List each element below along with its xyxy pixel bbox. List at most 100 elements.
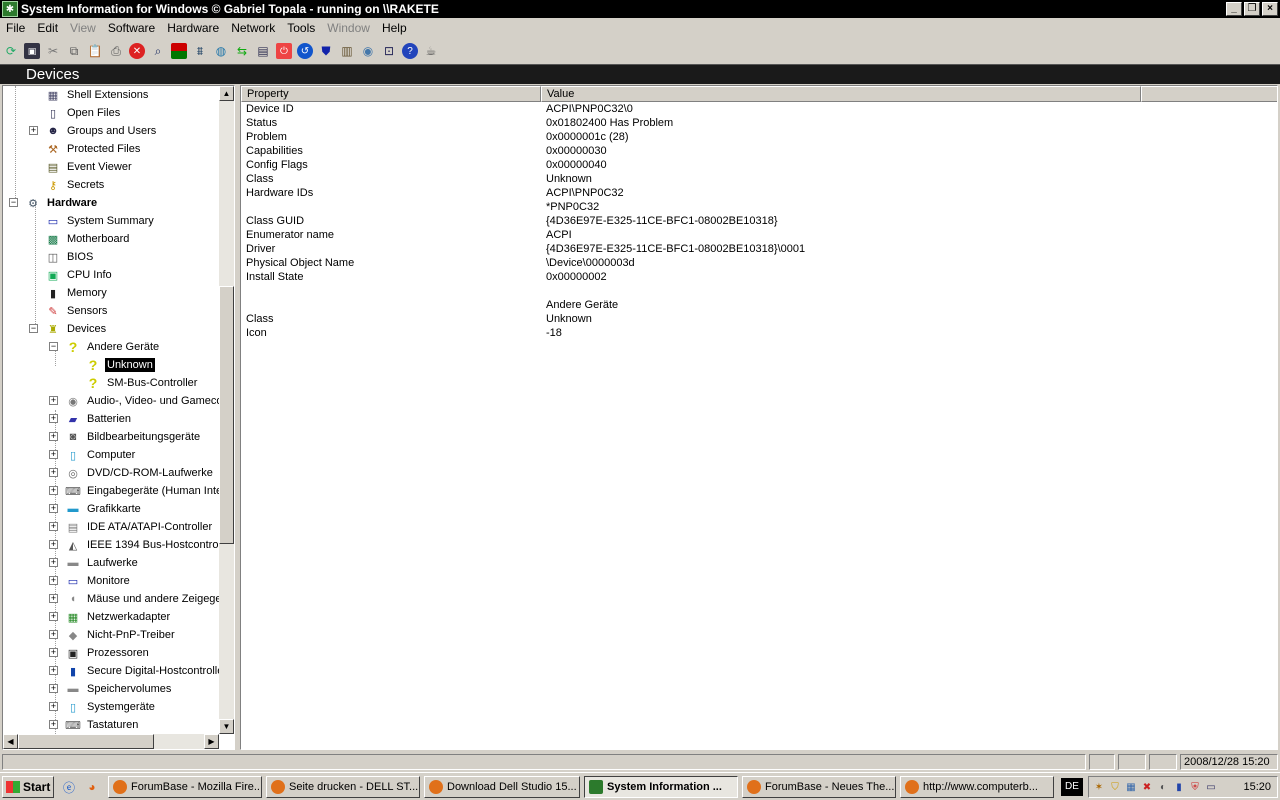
- tree-item[interactable]: ▦ Netzwerkadapter: [65, 608, 172, 626]
- expand-button[interactable]: +: [49, 540, 58, 549]
- property-row[interactable]: Problem 0x0000001c (28): [241, 131, 1241, 145]
- stop-icon[interactable]: ✕: [129, 43, 145, 59]
- tree-item[interactable]: ✎ Sensors: [45, 302, 109, 320]
- property-row[interactable]: Class GUID {4D36E97E-E325-11CE-BFC1-08002…: [241, 215, 1241, 229]
- tree-item[interactable]: ◭ IEEE 1394 Bus-Hostcontroll: [65, 536, 219, 554]
- tools-icon[interactable]: ✶: [1093, 781, 1105, 793]
- network-icon[interactable]: ◍: [213, 43, 229, 59]
- scroll-left-button[interactable]: ◀: [3, 734, 18, 749]
- tree-item[interactable]: ▤ IDE ATA/ATAPI-Controller: [65, 518, 214, 536]
- tree-item[interactable]: ▬ Speichervolumes: [65, 680, 173, 698]
- tree-item[interactable]: ▭ System Summary: [45, 212, 156, 230]
- report-icon[interactable]: ▤: [255, 43, 271, 59]
- database-icon[interactable]: ◉: [360, 43, 376, 59]
- column-header-value[interactable]: Value: [541, 86, 1141, 102]
- property-row[interactable]: Enumerator name ACPI: [241, 229, 1241, 243]
- task-button-active[interactable]: System Information ...: [584, 776, 738, 798]
- property-row[interactable]: Icon -18: [241, 327, 1241, 341]
- scroll-thumb[interactable]: [219, 286, 234, 544]
- property-row[interactable]: Status 0x01802400 Has Problem: [241, 117, 1241, 131]
- tree-item[interactable]: ▯ Systemgeräte: [65, 698, 157, 716]
- expand-button[interactable]: +: [49, 504, 58, 513]
- menu-software[interactable]: Software: [102, 21, 161, 35]
- security-icon[interactable]: ⛊: [318, 43, 334, 59]
- tree-item[interactable]: ⚒ Protected Files: [45, 140, 142, 158]
- tree-item[interactable]: ⚙ Hardware: [25, 194, 99, 212]
- property-row[interactable]: Hardware IDs ACPI\PNP0C32: [241, 187, 1241, 201]
- tree-item[interactable]: ▩ Motherboard: [45, 230, 131, 248]
- scroll-right-button[interactable]: ▶: [204, 734, 219, 749]
- property-row[interactable]: Andere Geräte: [241, 299, 1241, 313]
- task-button[interactable]: http://www.computerb...: [900, 776, 1054, 798]
- tree-item[interactable]: ☻ Groups and Users: [45, 122, 158, 140]
- tree-item[interactable]: ? Andere Geräte: [65, 338, 161, 356]
- tree-item[interactable]: ? SM-Bus-Controller: [85, 374, 199, 392]
- speaker-icon[interactable]: ◐: [1157, 781, 1169, 793]
- title-bar[interactable]: ✱ System Information for Windows © Gabri…: [0, 0, 1280, 18]
- property-row[interactable]: Config Flags 0x00000040: [241, 159, 1241, 173]
- power-icon[interactable]: ⏻: [276, 43, 292, 59]
- expand-button[interactable]: +: [49, 414, 58, 423]
- tree-view[interactable]: ▦ Shell Extensions ▯ Open Files + ☻ Groups and…: [3, 86, 219, 734]
- tree-item[interactable]: ▦ Shell Extensions: [45, 86, 150, 104]
- tree-vertical-scrollbar[interactable]: ▲ ▼: [219, 86, 234, 734]
- expand-button[interactable]: +: [49, 612, 58, 621]
- detail-pane[interactable]: Property Value Device ID ACPI\PNP0C32\0 St…: [240, 85, 1278, 750]
- app-icon[interactable]: ✱: [2, 1, 18, 17]
- property-row[interactable]: Class Unknown: [241, 313, 1241, 327]
- expand-button[interactable]: +: [49, 432, 58, 441]
- transfer-icon[interactable]: ⇆: [234, 43, 250, 59]
- expand-button[interactable]: +: [29, 126, 38, 135]
- camera-icon[interactable]: ⊡: [381, 43, 397, 59]
- print-icon[interactable]: ⎙: [108, 43, 124, 59]
- tree-item[interactable]: ⌨ Tastaturen: [65, 716, 140, 734]
- find-icon[interactable]: ⌕: [150, 43, 166, 59]
- refresh-icon[interactable]: ⟳: [3, 43, 19, 59]
- task-button[interactable]: Seite drucken - DELL ST...: [266, 776, 420, 798]
- tree-item[interactable]: ◙ Bildbearbeitungsgeräte: [65, 428, 202, 446]
- close-button[interactable]: ×: [1262, 2, 1278, 16]
- scroll-up-button[interactable]: ▲: [219, 86, 234, 101]
- expand-button[interactable]: +: [49, 684, 58, 693]
- expand-button[interactable]: +: [49, 594, 58, 603]
- tree-pane[interactable]: ▦ Shell Extensions ▯ Open Files + ☻ Groups and…: [2, 85, 235, 750]
- scroll-down-button[interactable]: ▼: [219, 719, 234, 734]
- tree-item[interactable]: ◉ Audio-, Video- und Gamecor: [65, 392, 219, 410]
- task-button[interactable]: ForumBase - Neues The...: [742, 776, 896, 798]
- tree-item[interactable]: ⚷ Secrets: [45, 176, 106, 194]
- back-icon[interactable]: ↺: [297, 43, 313, 59]
- property-row[interactable]: Class Unknown: [241, 173, 1241, 187]
- menu-tools[interactable]: Tools: [281, 21, 321, 35]
- minimize-button[interactable]: _: [1226, 2, 1242, 16]
- tree-item[interactable]: ◫ BIOS: [45, 248, 95, 266]
- paste-icon[interactable]: 📋: [87, 43, 103, 59]
- display-tray-icon[interactable]: ▭: [1205, 781, 1217, 793]
- property-row[interactable]: Device ID ACPI\PNP0C32\0: [241, 103, 1241, 117]
- property-row[interactable]: *PNP0C32: [241, 201, 1241, 215]
- cut-icon[interactable]: ✂: [45, 43, 61, 59]
- tree-item[interactable]: ♜ Devices: [45, 320, 108, 338]
- language-indicator[interactable]: DE: [1061, 778, 1083, 796]
- antivirus-icon[interactable]: ⛨: [1189, 781, 1201, 793]
- chart-icon[interactable]: ⩩: [192, 43, 208, 59]
- ie-icon[interactable]: ⓔ: [61, 779, 77, 795]
- start-button[interactable]: Start: [2, 776, 54, 798]
- task-button[interactable]: ForumBase - Mozilla Fire...: [108, 776, 262, 798]
- menu-window[interactable]: Window: [321, 21, 376, 35]
- tree-item[interactable]: ▮ Memory: [45, 284, 109, 302]
- tree-item[interactable]: ◎ DVD/CD-ROM-Laufwerke: [65, 464, 215, 482]
- firefox-icon[interactable]: ◕: [84, 779, 100, 795]
- network-disconnected-icon[interactable]: ✖: [1141, 781, 1153, 793]
- tree-item[interactable]: ▭ Monitore: [65, 572, 132, 590]
- restore-button[interactable]: ❐: [1244, 2, 1260, 16]
- expand-button[interactable]: +: [49, 666, 58, 675]
- menu-hardware[interactable]: Hardware: [161, 21, 225, 35]
- tree-item[interactable]: ▬ Laufwerke: [65, 554, 140, 572]
- collapse-button[interactable]: −: [49, 342, 58, 351]
- about-icon[interactable]: ☕: [423, 43, 439, 59]
- property-row[interactable]: Driver {4D36E97E-E325-11CE-BFC1-08002BE10…: [241, 243, 1241, 257]
- task-button[interactable]: Download Dell Studio 15...: [424, 776, 580, 798]
- tree-item[interactable]: ? Unknown: [85, 356, 156, 374]
- tree-item[interactable]: ▮ Secure Digital-Hostcontrolle: [65, 662, 219, 680]
- tree-item[interactable]: ◖ Mäuse und andere Zeigeger: [65, 590, 219, 608]
